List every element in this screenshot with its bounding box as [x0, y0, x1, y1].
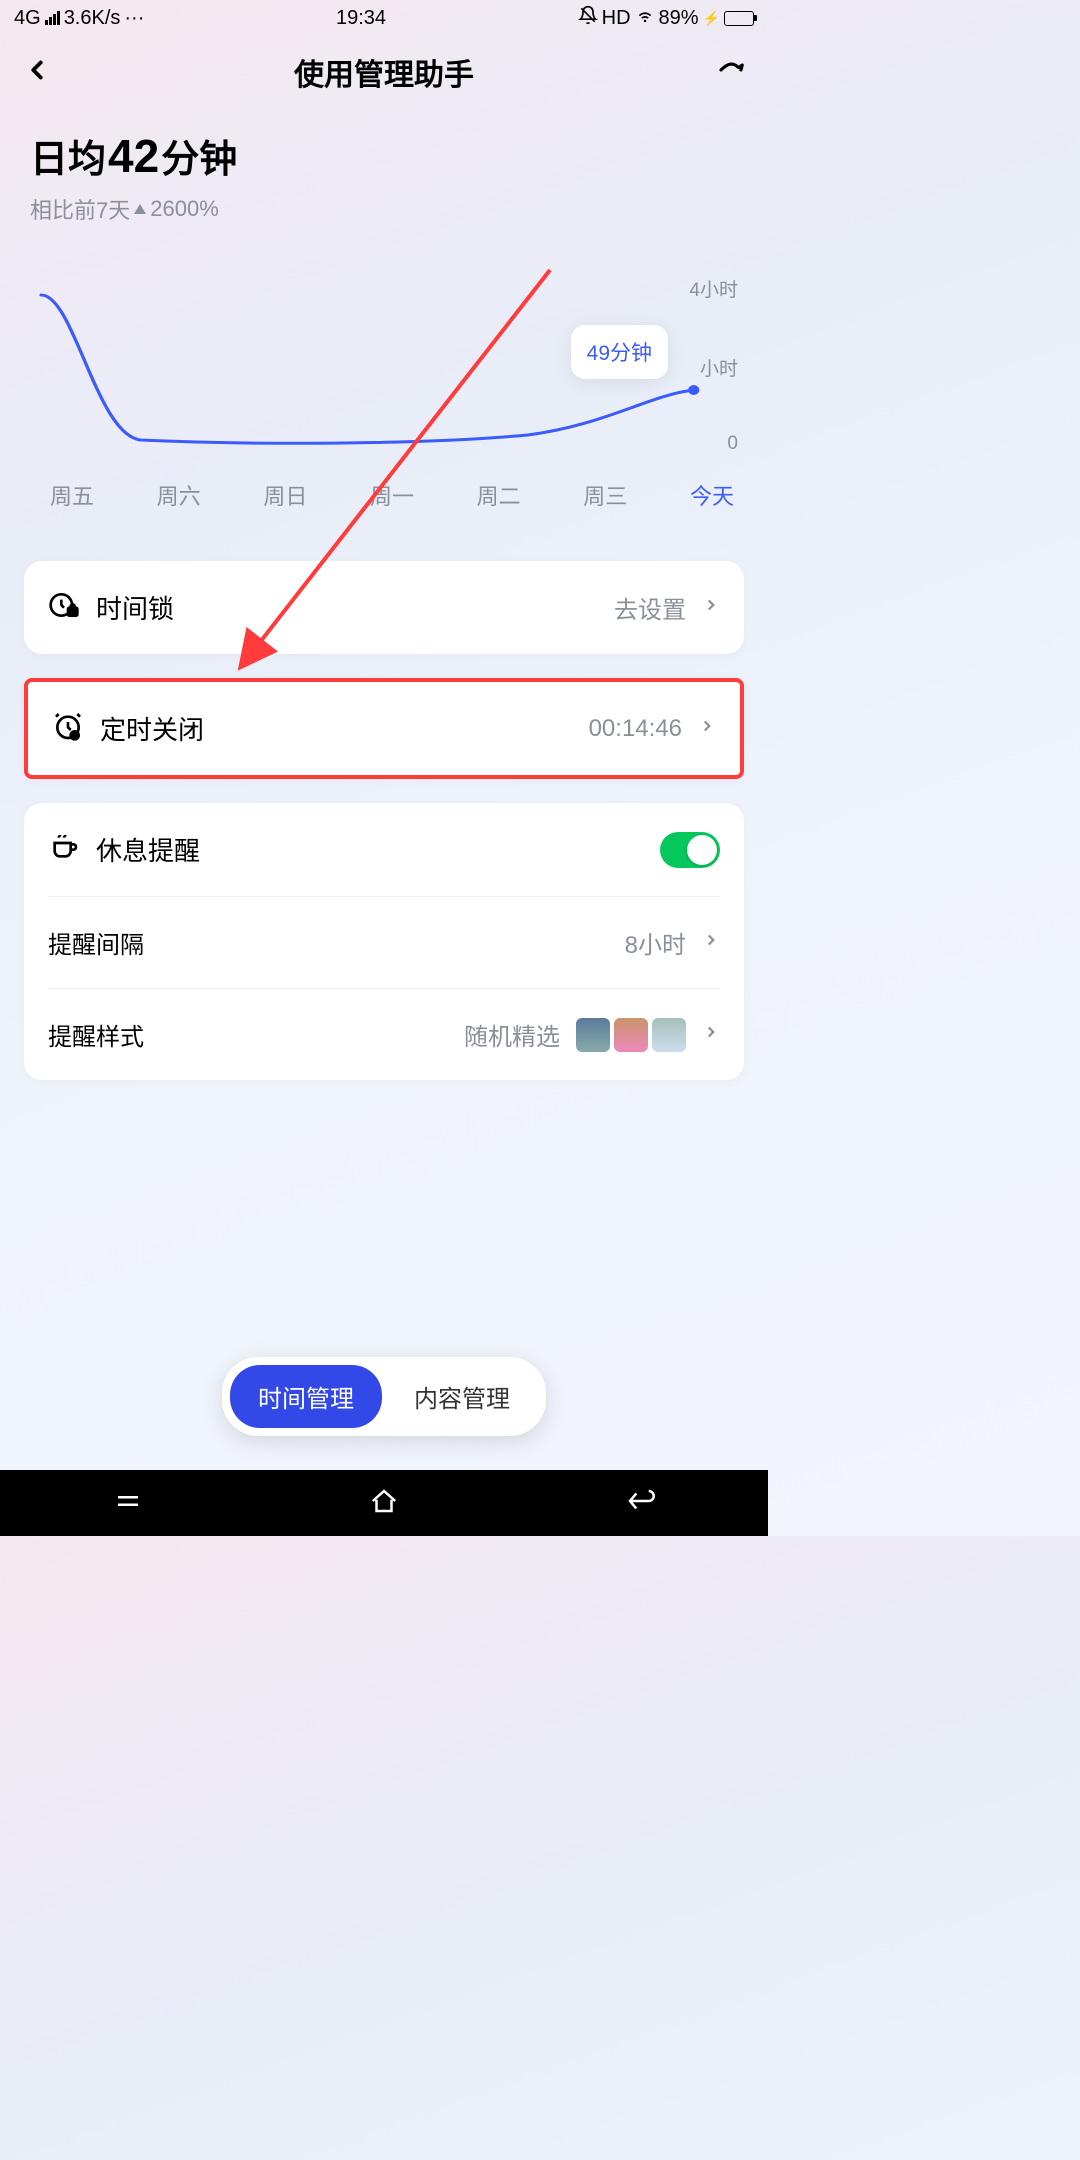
y-axis: 4小时 小时 0 — [689, 275, 738, 455]
mute-icon — [578, 5, 598, 31]
x-tick[interactable]: 周日 — [263, 479, 307, 511]
nav-recent-button[interactable] — [113, 1486, 143, 1521]
style-thumbs — [576, 1018, 686, 1052]
charging-icon: ⚡ — [703, 10, 720, 27]
thumb-2 — [614, 1018, 648, 1052]
x-tick[interactable]: 周五 — [50, 479, 94, 511]
interval-value: 8小时 — [625, 925, 686, 960]
status-time: 19:34 — [336, 7, 386, 30]
timer-lock-icon — [48, 589, 80, 626]
thumb-1 — [576, 1018, 610, 1052]
summary: 日均 42 分钟 相比前7天 2600% — [0, 108, 768, 235]
nav-home-button[interactable] — [369, 1486, 399, 1521]
status-dots: ··· — [124, 7, 144, 30]
status-right: HD 89% ⚡ — [578, 5, 754, 31]
time-lock-label: 时间锁 — [96, 589, 598, 626]
scheduled-close-card[interactable]: 定时关闭 00:14:46 — [24, 678, 744, 779]
system-nav — [0, 1470, 768, 1536]
page-title: 使用管理助手 — [294, 50, 474, 94]
interval-row[interactable]: 提醒间隔 8小时 — [24, 897, 744, 988]
avg-usage: 日均 42 分钟 — [30, 128, 738, 183]
y-tick: 0 — [689, 433, 738, 455]
network-type: 4G — [14, 7, 41, 30]
x-tick-active[interactable]: 今天 — [690, 479, 734, 511]
thumb-3 — [652, 1018, 686, 1052]
y-tick: 4小时 — [689, 275, 738, 302]
x-tick[interactable]: 周六 — [157, 479, 201, 511]
rest-reminder-toggle[interactable] — [660, 832, 720, 868]
network-speed: 3.6K/s — [64, 7, 121, 30]
chevron-right-icon — [702, 1023, 720, 1046]
chart[interactable]: 4小时 小时 0 49分钟 周五 周六 周日 周一 周二 周三 今天 — [0, 235, 768, 521]
style-label: 提醒样式 — [48, 1017, 448, 1052]
rest-reminder-card: 休息提醒 提醒间隔 8小时 提醒样式 随机精选 — [24, 803, 744, 1080]
avg-unit: 分钟 — [161, 128, 237, 183]
share-button[interactable] — [716, 55, 746, 90]
chevron-right-icon — [698, 717, 716, 740]
alarm-icon — [52, 710, 84, 747]
x-axis: 周五 周六 周日 周一 周二 周三 今天 — [30, 479, 738, 511]
battery-pct: 89% — [659, 7, 699, 30]
rest-reminder-row: 休息提醒 — [24, 803, 744, 896]
rest-reminder-label: 休息提醒 — [96, 831, 644, 868]
signal-icon — [45, 11, 60, 25]
settings-list: 时间锁 去设置 定时关闭 00:14:46 休息提醒 — [0, 521, 768, 1180]
wifi-icon — [635, 5, 655, 31]
scheduled-close-label: 定时关闭 — [100, 710, 573, 747]
scheduled-close-value: 00:14:46 — [589, 715, 682, 743]
tab-content-mgmt[interactable]: 内容管理 — [386, 1365, 538, 1428]
interval-label: 提醒间隔 — [48, 925, 609, 960]
time-lock-value: 去设置 — [614, 590, 686, 625]
chart-tooltip: 49分钟 — [571, 325, 668, 379]
style-value: 随机精选 — [464, 1017, 560, 1052]
compare-prefix: 相比前7天 — [30, 193, 130, 225]
style-row[interactable]: 提醒样式 随机精选 — [24, 989, 744, 1080]
avg-value: 42 — [108, 129, 159, 183]
avg-prefix: 日均 — [30, 128, 106, 183]
hd-label: HD — [602, 7, 631, 30]
chevron-right-icon — [702, 596, 720, 619]
time-lock-card[interactable]: 时间锁 去设置 — [24, 561, 744, 654]
tab-time-mgmt[interactable]: 时间管理 — [230, 1365, 382, 1428]
compare: 相比前7天 2600% — [30, 193, 738, 225]
cup-icon — [48, 831, 80, 868]
arrow-up-icon — [134, 204, 146, 214]
status-bar: 4G 3.6K/s ··· 19:34 HD 89% ⚡ — [0, 0, 768, 36]
x-tick[interactable]: 周二 — [477, 479, 521, 511]
y-tick: 小时 — [689, 354, 738, 381]
status-left: 4G 3.6K/s ··· — [14, 7, 144, 30]
back-button[interactable] — [22, 55, 52, 90]
x-tick[interactable]: 周一 — [370, 479, 414, 511]
nav-back-button[interactable] — [625, 1486, 655, 1521]
battery-icon — [724, 11, 754, 26]
app-header: 使用管理助手 — [0, 36, 768, 108]
chevron-right-icon — [702, 931, 720, 954]
compare-value: 2600% — [150, 196, 219, 222]
tab-pill: 时间管理 内容管理 — [222, 1357, 546, 1436]
x-tick[interactable]: 周三 — [583, 479, 627, 511]
